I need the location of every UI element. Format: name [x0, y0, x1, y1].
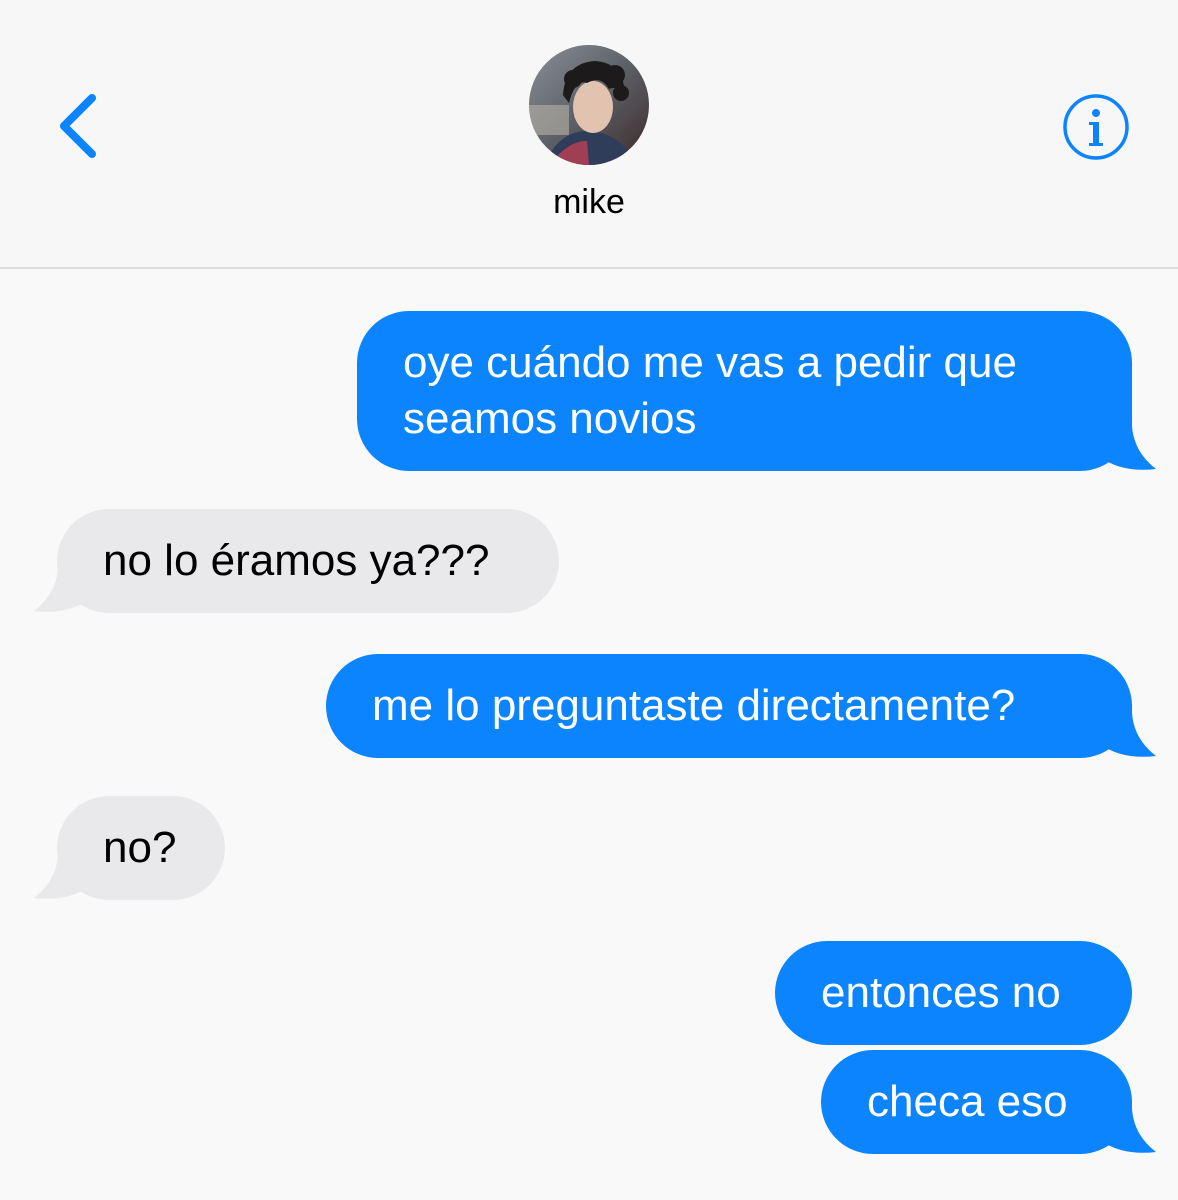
- contact-avatar[interactable]: [529, 45, 649, 165]
- avatar-photo: [529, 45, 649, 165]
- received-bubble-tail: [34, 846, 90, 899]
- sent-message-bubble[interactable]: entonces no: [775, 941, 1132, 1045]
- message-text-line: seamos novios: [403, 394, 697, 443]
- back-button[interactable]: [52, 90, 104, 162]
- sent-bubble-tail: [1100, 1100, 1156, 1153]
- conversation-header: mike: [0, 0, 1178, 269]
- received-message-bubble[interactable]: no lo éramos ya???: [57, 509, 559, 613]
- message-text-line: oye cuándo me vas a pedir que: [403, 338, 1017, 387]
- message-thread: oye cuándo me vas a pedir que seamos nov…: [0, 269, 1178, 1200]
- received-bubble-tail: [34, 559, 90, 612]
- message-text: checa eso: [867, 1077, 1068, 1126]
- contact-name[interactable]: mike: [489, 182, 689, 222]
- info-button[interactable]: [1062, 93, 1130, 161]
- message-text: entonces no: [821, 968, 1061, 1017]
- message-text: no?: [103, 823, 177, 872]
- sent-bubble-tail: [1100, 704, 1156, 757]
- sent-bubble-tail: [1100, 417, 1156, 470]
- info-icon: [1063, 94, 1129, 160]
- message-text: no lo éramos ya???: [103, 536, 490, 585]
- sent-message-bubble[interactable]: me lo preguntaste directamente?: [326, 654, 1132, 758]
- message-text: me lo preguntaste directamente?: [372, 681, 1016, 730]
- sent-message-bubble[interactable]: oye cuándo me vas a pedir que seamos nov…: [357, 311, 1132, 471]
- sent-message-bubble[interactable]: checa eso: [821, 1050, 1132, 1154]
- chevron-left-icon: [60, 94, 96, 158]
